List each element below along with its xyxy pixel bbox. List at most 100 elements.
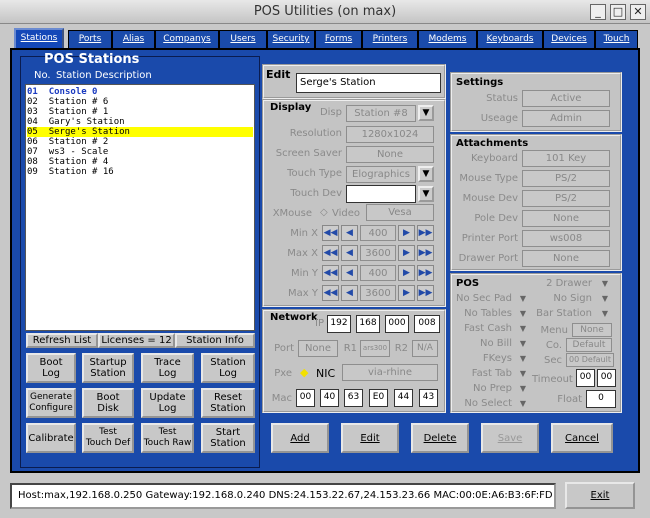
arrow-down-icon[interactable]: ▼: [418, 105, 434, 121]
last-icon[interactable]: ▶▶: [417, 285, 434, 301]
delete-button[interactable]: Delete: [411, 423, 469, 453]
r1-field[interactable]: ars300: [360, 340, 390, 357]
r2-field[interactable]: N/A: [412, 340, 438, 357]
chevron-down-icon[interactable]: ▼: [518, 324, 528, 334]
drawer-port-field[interactable]: None: [522, 250, 610, 267]
disp-field[interactable]: Station #8: [346, 105, 416, 122]
list-item-selected[interactable]: 05 Serge's Station: [27, 127, 253, 137]
chevron-down-icon[interactable]: ▼: [600, 279, 610, 289]
list-item[interactable]: 06 Station # 2: [27, 137, 253, 147]
arrow-down-icon[interactable]: ▼: [418, 186, 434, 202]
start-station-button[interactable]: Start Station: [201, 423, 255, 453]
cancel-button[interactable]: Cancel: [551, 423, 613, 453]
min-y-field[interactable]: 400: [360, 265, 396, 281]
max-x-field[interactable]: 3600: [360, 245, 396, 261]
min-x-field[interactable]: 400: [360, 225, 396, 241]
stations-list[interactable]: 01 Console 0 02 Station # 6 03 Station #…: [25, 84, 255, 331]
chevron-down-icon[interactable]: ▼: [518, 339, 528, 349]
list-item[interactable]: 07 ws3 - Scale: [27, 147, 253, 157]
ip-octet-4[interactable]: 008: [414, 315, 440, 333]
station-log-button[interactable]: Station Log: [201, 353, 255, 383]
startup-station-button[interactable]: Startup Station: [82, 353, 134, 383]
chevron-down-icon[interactable]: ▼: [518, 294, 528, 304]
xmouse-field[interactable]: Vesa: [366, 204, 434, 221]
tab-modems[interactable]: Modems: [418, 30, 477, 48]
mouse-dev-field[interactable]: PS/2: [522, 190, 610, 207]
test-touch-raw-button[interactable]: Test Touch Raw: [141, 423, 194, 453]
screen-saver-field[interactable]: None: [346, 146, 434, 163]
next-icon[interactable]: ▶: [398, 265, 415, 281]
nic-field[interactable]: via-rhine: [342, 364, 438, 381]
ip-octet-1[interactable]: 192: [327, 315, 351, 333]
diamond-radio-icon[interactable]: ◆: [300, 366, 308, 379]
resolution-field[interactable]: 1280x1024: [346, 126, 434, 143]
next-icon[interactable]: ▶: [398, 245, 415, 261]
reset-station-button[interactable]: Reset Station: [201, 388, 255, 418]
mac-octet-6[interactable]: 43: [419, 389, 438, 407]
update-log-button[interactable]: Update Log: [141, 388, 194, 418]
chevron-down-icon[interactable]: ▼: [518, 354, 528, 364]
list-item[interactable]: 04 Gary's Station: [27, 117, 253, 127]
next-icon[interactable]: ▶: [398, 225, 415, 241]
prev-icon[interactable]: ◀: [341, 245, 358, 261]
chevron-down-icon[interactable]: ▼: [600, 309, 610, 319]
tab-printers[interactable]: Printers: [362, 30, 418, 48]
exit-button[interactable]: Exit: [565, 482, 635, 509]
first-icon[interactable]: ◀◀: [322, 285, 339, 301]
test-touch-def-button[interactable]: Test Touch Def: [82, 423, 134, 453]
licenses-button[interactable]: Licenses = 12: [98, 333, 175, 348]
diamond-radio-icon[interactable]: ◇: [320, 207, 328, 218]
port-field[interactable]: None: [298, 340, 338, 357]
first-icon[interactable]: ◀◀: [322, 265, 339, 281]
max-y-field[interactable]: 3600: [360, 285, 396, 301]
calibrate-button[interactable]: Calibrate: [26, 423, 76, 453]
list-item[interactable]: 02 Station # 6: [27, 97, 253, 107]
next-icon[interactable]: ▶: [398, 285, 415, 301]
list-item[interactable]: 01 Console 0: [27, 87, 253, 97]
arrow-down-icon[interactable]: ▼: [418, 166, 434, 182]
mac-octet-5[interactable]: 44: [394, 389, 413, 407]
last-icon[interactable]: ▶▶: [417, 225, 434, 241]
last-icon[interactable]: ▶▶: [417, 265, 434, 281]
edit-button[interactable]: Edit: [341, 423, 399, 453]
mac-octet-3[interactable]: 63: [344, 389, 363, 407]
mac-octet-2[interactable]: 40: [320, 389, 339, 407]
keyboard-field[interactable]: 101 Key: [522, 150, 610, 167]
list-item[interactable]: 09 Station # 16: [27, 167, 253, 177]
co-field[interactable]: Default: [566, 338, 612, 352]
mac-octet-4[interactable]: E0: [369, 389, 388, 407]
tab-companys[interactable]: Companys: [155, 30, 219, 48]
mac-octet-1[interactable]: 00: [296, 389, 315, 407]
timeout-sec-input[interactable]: 00: [597, 369, 616, 387]
ip-octet-2[interactable]: 168: [356, 315, 380, 333]
ip-octet-3[interactable]: 000: [385, 315, 409, 333]
first-icon[interactable]: ◀◀: [322, 225, 339, 241]
refresh-list-button[interactable]: Refresh List: [26, 333, 98, 348]
status-field[interactable]: Active: [522, 90, 610, 107]
generate-configure-button[interactable]: Generate Configure: [26, 388, 76, 418]
boot-disk-button[interactable]: Boot Disk: [82, 388, 134, 418]
minimize-button[interactable]: _: [590, 4, 606, 20]
tab-security[interactable]: Security: [267, 30, 315, 48]
chevron-down-icon[interactable]: ▼: [518, 399, 528, 409]
prev-icon[interactable]: ◀: [341, 225, 358, 241]
close-button[interactable]: ✕: [630, 4, 646, 20]
first-icon[interactable]: ◀◀: [322, 245, 339, 261]
station-info-button[interactable]: Station Info: [175, 333, 255, 348]
printer-port-field[interactable]: ws008: [522, 230, 610, 247]
float-input[interactable]: 0: [586, 390, 616, 408]
save-button[interactable]: Save: [481, 423, 539, 453]
tab-users[interactable]: Users: [219, 30, 267, 48]
list-item[interactable]: 08 Station # 4: [27, 157, 253, 167]
list-item[interactable]: 03 Station # 1: [27, 107, 253, 117]
tab-devices[interactable]: Devices: [543, 30, 595, 48]
pole-dev-field[interactable]: None: [522, 210, 610, 227]
touch-type-field[interactable]: Elographics: [346, 166, 416, 183]
prev-icon[interactable]: ◀: [341, 285, 358, 301]
station-name-input[interactable]: Serge's Station: [296, 73, 441, 93]
chevron-down-icon[interactable]: ▼: [518, 309, 528, 319]
tab-ports[interactable]: Ports: [68, 30, 112, 48]
touch-dev-input[interactable]: [346, 185, 416, 203]
boot-log-button[interactable]: Boot Log: [26, 353, 76, 383]
tab-forms[interactable]: Forms: [315, 30, 362, 48]
